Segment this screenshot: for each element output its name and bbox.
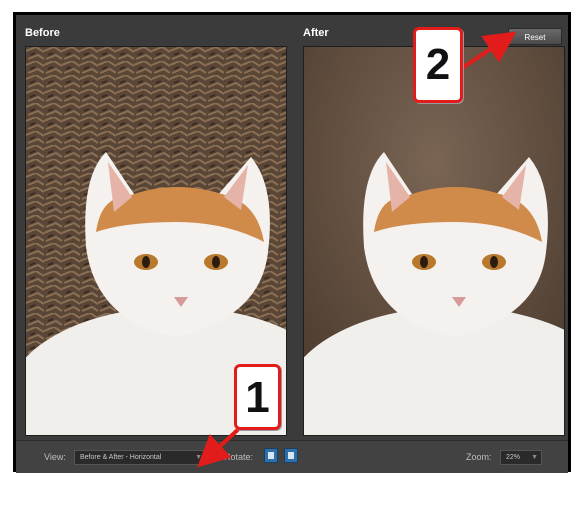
arrow-2 bbox=[460, 31, 517, 70]
callout-2: 2 bbox=[413, 27, 463, 103]
callout-arrows bbox=[197, 31, 517, 468]
callout-1: 1 bbox=[234, 364, 281, 430]
